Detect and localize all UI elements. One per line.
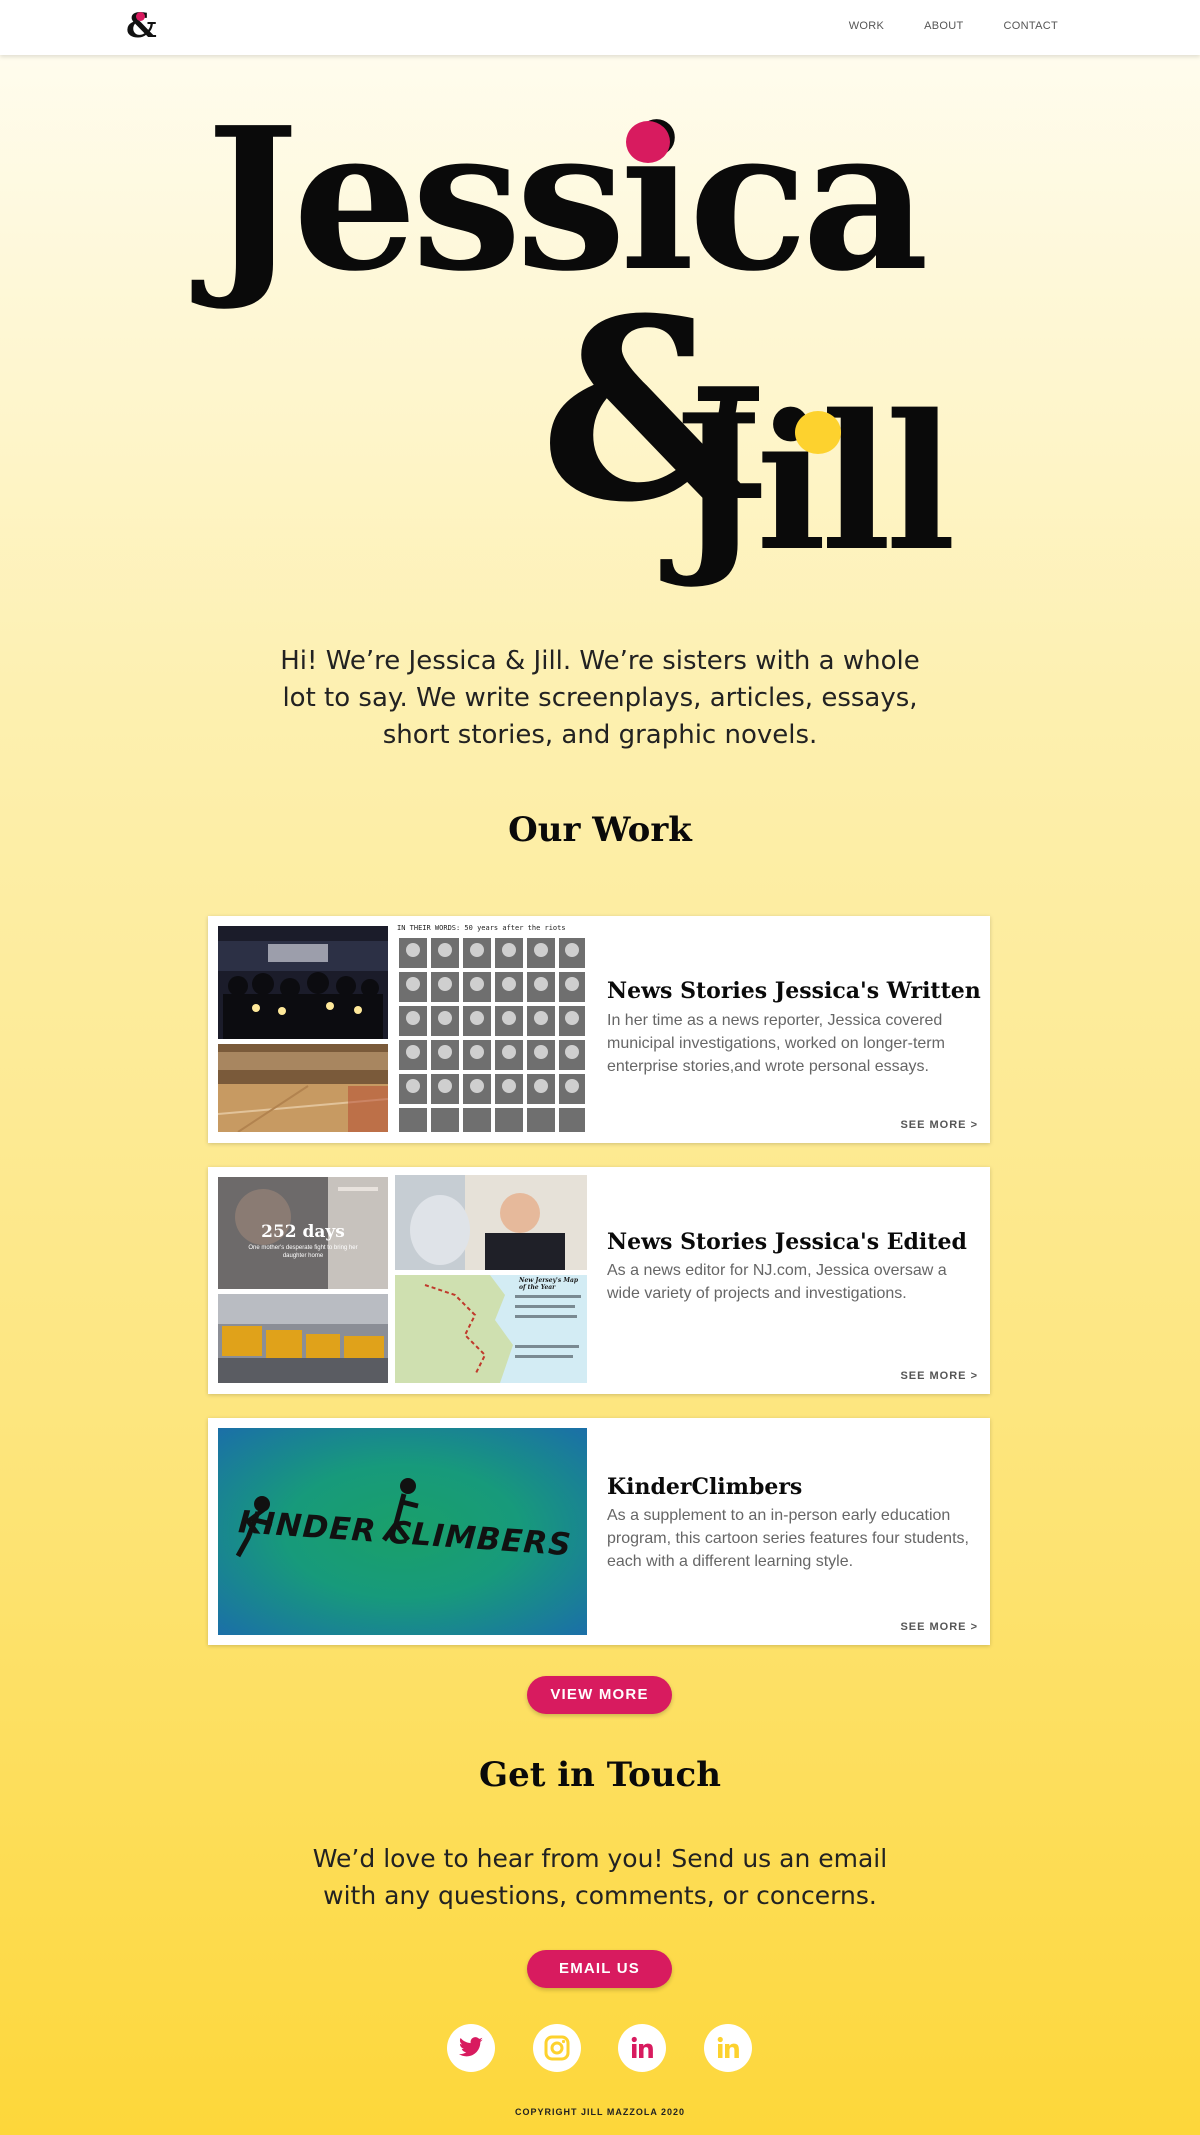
linkedin-icon[interactable] [704, 2024, 752, 2072]
contact-text: We’d love to hear from you! Send us an e… [312, 1844, 888, 1910]
thumb-gym-photo [218, 1044, 388, 1132]
card-title[interactable]: KinderClimbers [607, 1474, 802, 1500]
thumb-portrait-photo [395, 1175, 587, 1270]
card-title[interactable]: News Stories Jessica's Written [607, 978, 981, 1004]
hero-dot-yellow [795, 411, 841, 454]
work-card-written[interactable]: IN THEIR WORDS: 50 years after the riots… [208, 916, 990, 1143]
card-title[interactable]: News Stories Jessica's Edited [607, 1229, 967, 1255]
work-card-edited[interactable]: 252 days One mother's desperate fight to… [208, 1167, 990, 1394]
thumb-nj-map: New Jersey's Map of the Year [395, 1275, 587, 1383]
thumb-subhead: One mother's desperate fight to bring he… [248, 1245, 358, 1259]
intro-text: Hi! We’re Jessica & Jill. We’re sisters … [280, 646, 920, 750]
card-description: As a news editor for NJ.com, Jessica ove… [607, 1262, 947, 1302]
section-title-contact: Get in Touch [479, 1755, 721, 1795]
nav-link-about[interactable]: ABOUT [924, 20, 963, 32]
thumb-kinderclimbers-logo: KINDER CLIMBERS [218, 1428, 587, 1635]
instagram-icon[interactable] [533, 2024, 581, 2072]
copyright-text: COPYRIGHT JILL MAZZOLA 2020 [514, 2107, 686, 2117]
thumb-school-buses [218, 1294, 388, 1383]
thumb-vigil-photo [218, 926, 388, 1039]
top-nav: & WORK ABOUT CONTACT [0, 0, 1200, 55]
logo-dot [136, 12, 145, 21]
section-title-work: Our Work [508, 810, 692, 850]
map-title: New Jersey's Map of the Year [519, 1277, 579, 1291]
nav-link-work[interactable]: WORK [849, 20, 884, 32]
hero-dot-pink [626, 121, 670, 163]
twitter-icon[interactable] [447, 2024, 495, 2072]
thumb-headline: 252 days [261, 1222, 345, 1242]
linkedin-icon[interactable] [618, 2024, 666, 2072]
thumb-252-days: 252 days One mother's desperate fight to… [218, 1177, 388, 1289]
view-more-button[interactable]: VIEW MORE [527, 1676, 672, 1714]
card-description: As a supplement to an in-person early ed… [607, 1507, 969, 1570]
nav-link-contact[interactable]: CONTACT [1004, 20, 1058, 32]
collage-caption: IN THEIR WORDS: 50 years after the riots [397, 924, 566, 932]
see-more-link[interactable]: SEE MORE > [900, 1370, 978, 1382]
thumb-portrait-grid: IN THEIR WORDS: 50 years after the riots [395, 924, 587, 1134]
see-more-link[interactable]: SEE MORE > [900, 1119, 978, 1131]
card-description: In her time as a news reporter, Jessica … [607, 1012, 945, 1075]
logo[interactable]: & [126, 6, 157, 46]
email-us-button[interactable]: EMAIL US [527, 1950, 672, 1988]
nav-links: WORK ABOUT CONTACT [849, 20, 1058, 32]
see-more-link[interactable]: SEE MORE > [900, 1621, 978, 1633]
work-card-kinderclimbers[interactable]: KINDER CLIMBERS KinderClimbers As a supp… [208, 1418, 990, 1645]
